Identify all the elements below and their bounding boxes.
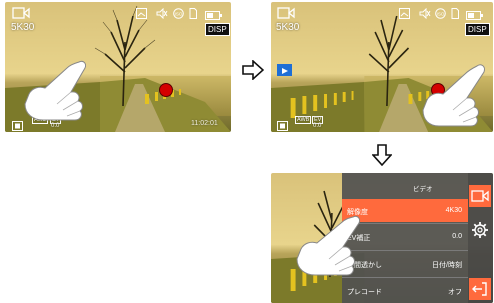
- ev-value: 0.0: [313, 123, 322, 129]
- record-button[interactable]: [159, 83, 173, 97]
- tap-hand-icon: [293, 213, 365, 284]
- menu-item-value: オフ: [448, 289, 462, 296]
- image-icon: [399, 6, 410, 24]
- disp-button[interactable]: DISP: [205, 23, 230, 36]
- tap-hand-icon: [21, 58, 97, 129]
- svg-text:ISO: ISO: [437, 12, 445, 17]
- menu-item-value: 0.0: [452, 233, 462, 240]
- arrow-right-icon: [242, 60, 264, 80]
- disp-button[interactable]: DISP: [465, 23, 490, 36]
- playback-icon[interactable]: [277, 64, 292, 76]
- exit-icon[interactable]: [469, 278, 491, 300]
- screen-1-live-view: 5K30 ISO DISP AWB EV 0.0 11:02:01: [5, 2, 231, 132]
- image-icon: [136, 6, 147, 24]
- awb-badge: AWB: [295, 116, 312, 124]
- svg-text:ISO: ISO: [175, 12, 183, 17]
- auto-iso-icon: ISO: [173, 6, 184, 24]
- timestamp: 11:02:01: [191, 120, 218, 127]
- menu-item-value: 4K30: [445, 207, 462, 214]
- sd-card-icon: [451, 6, 459, 24]
- settings-gear-icon[interactable]: [469, 219, 491, 241]
- resolution-label: 5K30: [11, 22, 35, 33]
- screen-3-menu-view: ビデオ 解像度 4K30 EV補正 0.0 時間透かし 日付/時刻 プレコード …: [271, 173, 493, 303]
- screen-2-live-view: 5K30 ISO DISP AWB EV 0.0: [271, 2, 493, 132]
- menu-side-rail: [468, 173, 493, 303]
- arrow-down-icon: [372, 144, 392, 166]
- auto-iso-icon: ISO: [435, 6, 446, 24]
- sd-card-icon: [189, 6, 197, 24]
- menu-title: ビデオ: [413, 186, 433, 193]
- resolution-label: 5K30: [276, 22, 300, 33]
- menu-item-value: 日付/時刻: [432, 262, 462, 269]
- mute-icon: [419, 6, 431, 24]
- grid-icon: [277, 118, 288, 132]
- mute-icon: [156, 6, 168, 24]
- video-mode-icon[interactable]: [469, 185, 491, 207]
- menu-item-label: プレコード: [347, 289, 382, 296]
- tap-hand-icon: [421, 60, 489, 132]
